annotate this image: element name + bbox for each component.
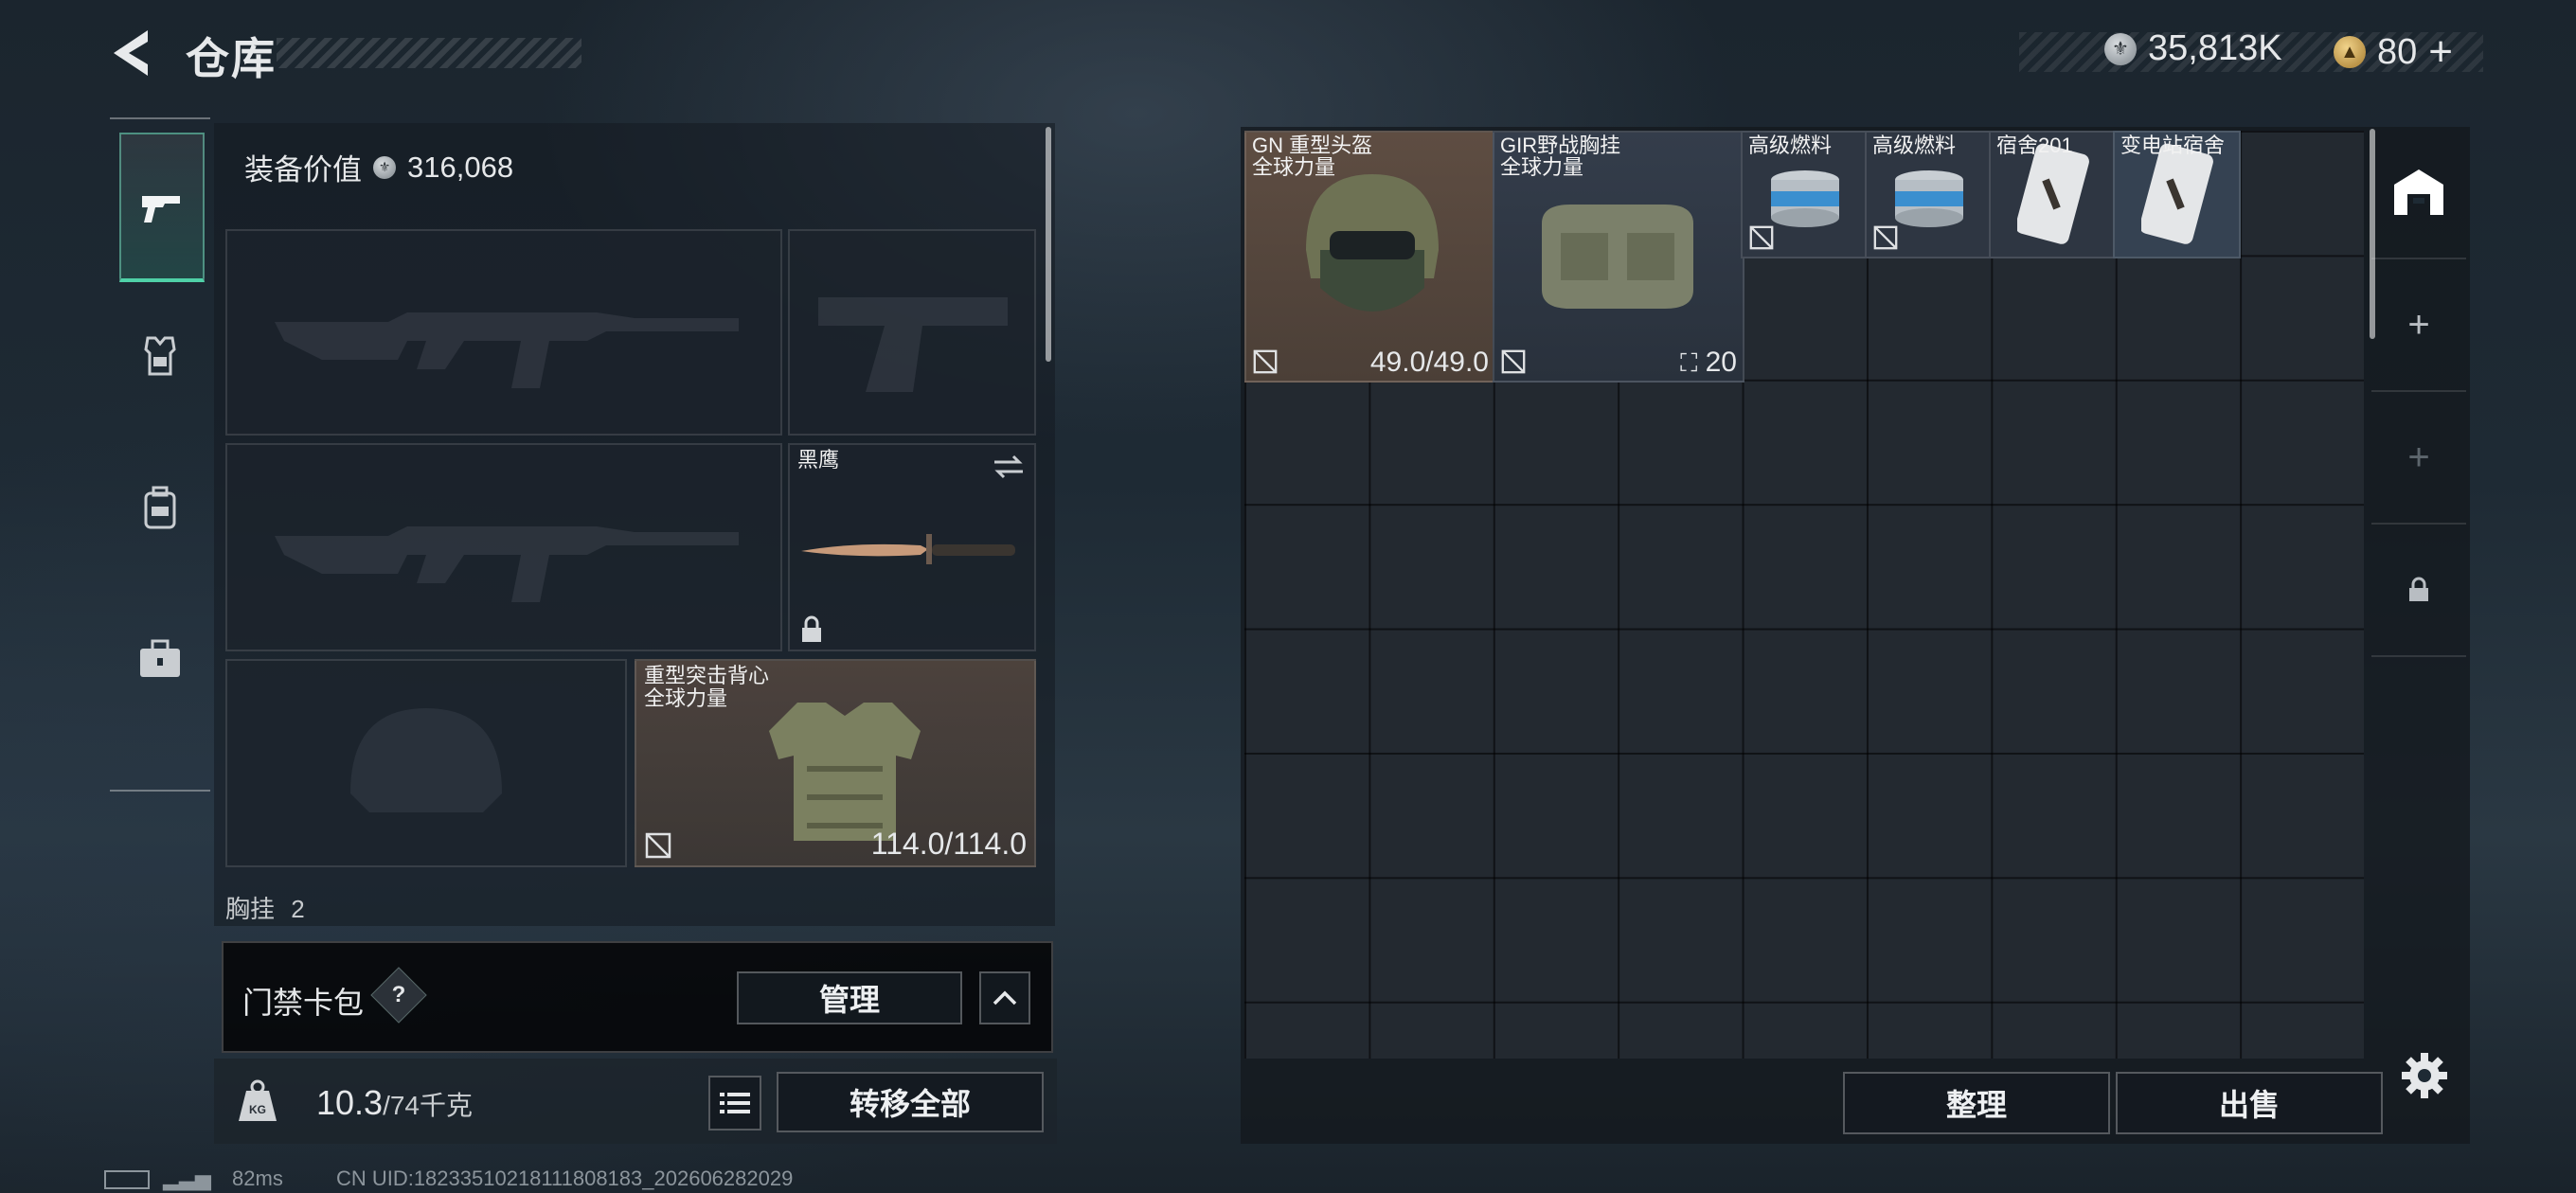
silver-amount: 35,813K <box>2148 28 2282 68</box>
gold-amount: 80 <box>2377 31 2418 72</box>
gear-icon[interactable] <box>2400 1051 2449 1100</box>
sort-button[interactable]: 整理 <box>1843 1072 2110 1134</box>
item-durability: 49.0/49.0 <box>1369 347 1489 378</box>
page-title: 仓库 <box>186 34 277 83</box>
no-swap-icon <box>645 832 671 859</box>
no-swap-icon <box>1873 225 1898 250</box>
weight-readout: 10.3/74千克 <box>316 1083 473 1123</box>
nav-toolbox[interactable] <box>119 587 201 731</box>
back-arrow-icon[interactable] <box>106 27 157 80</box>
item-capacity: ⛶ 20 <box>1680 347 1737 378</box>
key-card-icon <box>2017 143 2089 244</box>
combat-helmet-icon <box>1306 174 1439 312</box>
title-decoration <box>277 38 581 68</box>
capacity-icon: ⛶ <box>1680 348 1698 377</box>
vest-icon <box>144 336 176 376</box>
nav-armor[interactable] <box>119 284 201 428</box>
list-icon <box>720 1093 750 1113</box>
stash-item-fuel[interactable]: 高级燃料 <box>1865 131 1993 258</box>
helmet-silhouette-icon <box>350 708 502 812</box>
ping-readout: 82ms <box>232 1166 283 1190</box>
item-label: 变电站宿舍 <box>2120 134 2226 157</box>
helmet-slot[interactable] <box>225 659 627 867</box>
chest-rig-label: 胸挂 <box>225 895 276 922</box>
chevron-up-icon <box>993 990 1017 1006</box>
pistol-silhouette-icon <box>818 297 1008 392</box>
equipment-scrollbar[interactable] <box>1046 127 1051 362</box>
melee-slot[interactable]: 黑鹰 <box>788 443 1036 651</box>
stash-page-add[interactable]: + <box>2371 259 2466 392</box>
no-swap-icon <box>1501 349 1526 374</box>
gold-coin-icon: ▲ <box>2334 36 2366 68</box>
stash-page-nav: + + <box>2371 127 2466 657</box>
status-line: ▂▃▅ 82ms CN UID:18233510218111808183_202… <box>104 1166 793 1191</box>
no-swap-icon <box>1749 225 1774 250</box>
armor-durability: 114.0/114.0 <box>870 827 1027 861</box>
transfer-all-button[interactable]: 转移全部 <box>777 1072 1044 1132</box>
battery-icon <box>104 1170 150 1190</box>
knife-name: 黑鹰 <box>797 448 840 472</box>
nav-backpack[interactable] <box>119 436 201 579</box>
list-view-button[interactable] <box>708 1076 761 1131</box>
item-label: 宿舍201 <box>1996 134 2073 157</box>
combat-knife-icon <box>801 534 1015 564</box>
stash-page-locked <box>2371 525 2466 657</box>
silver-currency: ⚜ 35,813K <box>2104 28 2282 69</box>
stash-page-main[interactable] <box>2371 127 2466 259</box>
toolbox-icon <box>140 639 180 677</box>
item-label: 高级燃料 <box>1748 134 1833 157</box>
equipment-value: 装备价值 ⚜ 316,068 <box>244 146 513 188</box>
equipment-category-nav <box>110 117 210 792</box>
lock-icon <box>802 615 821 642</box>
equipment-value-label: 装备价值 <box>244 153 362 187</box>
sidearm-slot[interactable] <box>788 229 1036 436</box>
lock-icon <box>2409 577 2428 601</box>
rifle-silhouette-icon <box>275 526 739 602</box>
backpack-icon <box>144 486 176 529</box>
silver-coin-icon: ⚜ <box>373 155 396 179</box>
item-label: 高级燃料 <box>1872 134 1957 157</box>
rifle-silhouette-icon <box>275 312 739 388</box>
chest-rig-icon <box>1542 205 1693 309</box>
weight-current: 10.3 <box>316 1083 384 1122</box>
nav-weapons[interactable] <box>119 133 205 282</box>
stash-item-key[interactable]: 宿舍201 <box>1989 131 2117 258</box>
no-swap-icon <box>1253 349 1278 374</box>
stash-item-chest-rig[interactable]: GIR野战胸挂 全球力量 ⛶ 20 <box>1493 131 1744 383</box>
sell-button[interactable]: 出售 <box>2116 1072 2383 1134</box>
silver-coin-icon: ⚜ <box>2104 32 2137 65</box>
collapse-button[interactable] <box>979 971 1030 1024</box>
user-id: CN UID:18233510218111808183_202606282029 <box>335 1166 794 1190</box>
access-card-label: 门禁卡包 <box>242 986 365 1020</box>
signal-icon: ▂▃▅ <box>163 1166 211 1190</box>
manage-button[interactable]: 管理 <box>737 971 962 1024</box>
weight-kg-icon: KG <box>239 1079 277 1121</box>
stash-item-key[interactable]: 变电站宿舍 <box>2113 131 2241 258</box>
stash-page-add-disabled: + <box>2371 392 2466 525</box>
stash-item-helmet[interactable]: GN 重型头盔 全球力量 49.0/49.0 <box>1244 131 1496 383</box>
key-card-icon <box>2141 143 2213 244</box>
swap-icon[interactable] <box>991 453 1027 481</box>
primary-weapon-slot[interactable] <box>225 229 782 436</box>
fuel-can-icon <box>1771 170 1839 227</box>
weight-max: /74千克 <box>383 1091 474 1120</box>
svg-text:KG: KG <box>249 1103 266 1116</box>
fuel-can-icon <box>1895 170 1963 227</box>
armor-slot[interactable]: 重型突击背心 全球力量 114.0/114.0 <box>635 659 1036 867</box>
gold-currency[interactable]: ▲ 80 + <box>2334 28 2453 76</box>
pistol-icon <box>142 196 180 223</box>
chest-rig-count: 2 <box>291 895 305 922</box>
item-label: GIR野战胸挂 全球力量 <box>1500 134 1621 179</box>
plus-icon: + <box>2407 303 2430 346</box>
stash-item-fuel[interactable]: 高级燃料 <box>1741 131 1869 258</box>
chest-rig-section: 胸挂 2 <box>225 890 1034 922</box>
add-currency-icon[interactable]: + <box>2428 28 2453 76</box>
equipment-value-amount: 316,068 <box>407 150 514 184</box>
plus-icon: + <box>2407 436 2430 478</box>
warehouse-icon <box>2394 169 2443 215</box>
secondary-weapon-slot[interactable] <box>225 443 782 651</box>
